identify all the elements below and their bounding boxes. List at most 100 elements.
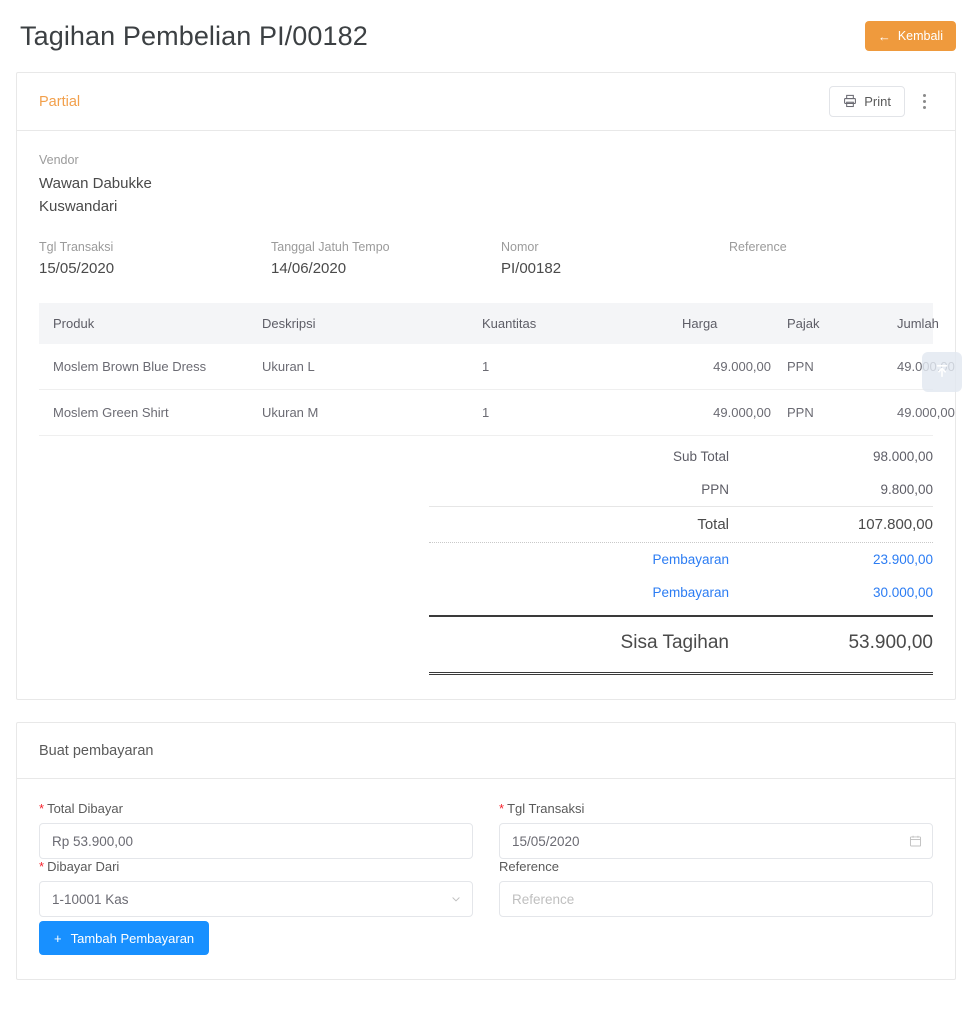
table-header-row: Produk Deskripsi Kuantitas Harga Pajak J… bbox=[39, 303, 939, 344]
remaining-balance-label: Sisa Tagihan bbox=[620, 632, 729, 653]
dibayar-dari-group: * Dibayar Dari bbox=[39, 859, 473, 917]
meta-label: Tanggal Jatuh Tempo bbox=[271, 240, 390, 254]
total-value: 107.800,00 bbox=[857, 516, 933, 533]
payment-value: 23.900,00 bbox=[872, 552, 933, 567]
invoice-card-actions: Print bbox=[829, 86, 937, 117]
invoice-card-header: Partial Print bbox=[17, 73, 955, 131]
tgl-transaksi-input-wrap bbox=[499, 823, 933, 859]
subtotal-value: 98.000,00 bbox=[872, 449, 933, 464]
reference-input-wrap bbox=[499, 881, 933, 917]
cell-pajak: PPN bbox=[779, 389, 889, 436]
column-header-jumlah: Jumlah bbox=[889, 303, 939, 344]
subtotal-label: Sub Total bbox=[672, 449, 729, 464]
payment-form-row-1: *Total Dibayar *Tgl Transaksi bbox=[39, 801, 933, 859]
meta-label: Nomor bbox=[501, 240, 539, 254]
payment-form-card: Buat pembayaran *Total Dibayar *Tgl Tran… bbox=[16, 722, 956, 980]
subtotal-row: Sub Total 98.000,00 bbox=[429, 440, 933, 473]
status-badge: Partial bbox=[39, 93, 81, 110]
column-header-kuantitas: Kuantitas bbox=[474, 303, 674, 344]
total-dibayar-label: * Total Dibayar bbox=[39, 801, 473, 816]
line-items-tbody: Moslem Brown Blue Dress Ukuran L 1 49.00… bbox=[39, 344, 955, 436]
meta-label: Reference bbox=[729, 240, 787, 254]
add-payment-button-label: Tambah Pembayaran bbox=[70, 930, 195, 946]
cell-harga: 49.000,00 bbox=[674, 344, 779, 390]
vendor-name-line-2: Kuswandari bbox=[39, 197, 118, 215]
payment-link[interactable]: Pembayaran bbox=[441, 552, 741, 567]
payment-row: Pembayaran 30.000,00 bbox=[429, 576, 933, 609]
scroll-to-top-button[interactable] bbox=[922, 352, 962, 392]
required-marker: * bbox=[39, 859, 45, 874]
line-items-thead: Produk Deskripsi Kuantitas Harga Pajak J… bbox=[39, 303, 939, 344]
kebab-dot bbox=[922, 100, 926, 103]
payment-link[interactable]: Pembayaran bbox=[441, 585, 741, 600]
required-marker: * bbox=[39, 801, 45, 816]
column-header-pajak: Pajak bbox=[779, 303, 889, 344]
vendor-name: Wawan Dabukke Kuswandari bbox=[39, 173, 933, 218]
cell-deskripsi: Ukuran L bbox=[254, 344, 474, 390]
cell-produk: Moslem Brown Blue Dress bbox=[39, 344, 254, 390]
total-row: Total 107.800,00 bbox=[429, 507, 933, 542]
vendor-label: Vendor bbox=[39, 153, 79, 167]
payment-form-row-2: *Dibayar Dari Reference bbox=[39, 859, 933, 917]
payment-value: 30.000,00 bbox=[872, 585, 933, 600]
payment-form-title: Buat pembayaran bbox=[17, 723, 955, 779]
plus-icon: + bbox=[54, 930, 62, 946]
remaining-divider-bottom bbox=[429, 672, 933, 675]
dibayar-dari-select-wrap bbox=[39, 881, 473, 917]
ppn-value: 9.800,00 bbox=[880, 482, 933, 497]
meta-value: 15/05/2020 bbox=[39, 260, 115, 277]
payment-row: Pembayaran 23.900,00 bbox=[429, 543, 933, 576]
table-row: Moslem Green Shirt Ukuran M 1 49.000,00 … bbox=[39, 389, 955, 436]
page-title: Tagihan Pembelian PI/00182 bbox=[20, 20, 368, 51]
remaining-balance-value: 53.900,00 bbox=[848, 632, 933, 653]
invoice-card-body: Vendor Wawan Dabukke Kuswandari Tgl Tran… bbox=[17, 131, 955, 699]
print-button[interactable]: Print bbox=[829, 86, 905, 117]
page-header: Tagihan Pembelian PI/00182 ← Kembali bbox=[0, 0, 972, 72]
meta-nomor: Nomor PI/00182 bbox=[501, 240, 729, 277]
total-dibayar-label-text: Total Dibayar bbox=[47, 801, 123, 816]
total-dibayar-input-wrap bbox=[39, 823, 473, 859]
line-items-table: Produk Deskripsi Kuantitas Harga Pajak J… bbox=[39, 303, 955, 436]
tgl-transaksi-group: * Tgl Transaksi bbox=[499, 801, 933, 859]
tgl-transaksi-label-text: Tgl Transaksi bbox=[507, 801, 585, 816]
meta-label: Tgl Transaksi bbox=[39, 240, 114, 254]
cell-jumlah: 49.000,00 bbox=[889, 389, 955, 436]
column-header-harga: Harga bbox=[674, 303, 779, 344]
reference-input[interactable] bbox=[499, 881, 933, 917]
kebab-dot bbox=[922, 94, 926, 97]
total-dibayar-group: * Total Dibayar bbox=[39, 801, 473, 859]
arrow-up-to-line-icon bbox=[934, 363, 950, 382]
table-row: Moslem Brown Blue Dress Ukuran L 1 49.00… bbox=[39, 344, 955, 390]
back-button[interactable]: ← Kembali bbox=[864, 21, 956, 51]
meta-value: 14/06/2020 bbox=[271, 260, 347, 277]
kebab-dot bbox=[922, 106, 926, 109]
arrow-left-icon: ← bbox=[877, 28, 891, 44]
tgl-transaksi-input[interactable] bbox=[499, 823, 933, 859]
dibayar-dari-label: * Dibayar Dari bbox=[39, 859, 473, 874]
vendor-block: Vendor Wawan Dabukke Kuswandari bbox=[39, 153, 933, 218]
cell-kuantitas: 1 bbox=[474, 389, 674, 436]
print-button-label: Print bbox=[864, 94, 891, 109]
more-options-icon[interactable] bbox=[911, 87, 937, 117]
column-header-deskripsi: Deskripsi bbox=[254, 303, 474, 344]
invoice-meta-row: Tgl Transaksi 15/05/2020 Tanggal Jatuh T… bbox=[39, 240, 933, 277]
totals-section: Sub Total 98.000,00 PPN 9.800,00 Total 1… bbox=[429, 440, 933, 675]
cell-kuantitas: 1 bbox=[474, 344, 674, 390]
required-marker: * bbox=[499, 801, 505, 816]
cell-pajak: PPN bbox=[779, 344, 889, 390]
invoice-card: Partial Print Vendor Wawan Dabukke Kuswa… bbox=[16, 72, 956, 700]
printer-icon bbox=[843, 94, 857, 110]
add-payment-button[interactable]: + Tambah Pembayaran bbox=[39, 921, 210, 955]
vendor-name-line-1: Wawan Dabukke bbox=[39, 175, 152, 192]
tgl-transaksi-label: * Tgl Transaksi bbox=[499, 801, 933, 816]
ppn-row: PPN 9.800,00 bbox=[429, 473, 933, 506]
meta-value: PI/00182 bbox=[501, 260, 562, 277]
total-dibayar-input[interactable] bbox=[39, 823, 473, 859]
total-label: Total bbox=[697, 516, 729, 533]
cell-harga: 49.000,00 bbox=[674, 389, 779, 436]
dibayar-dari-select[interactable] bbox=[39, 881, 473, 917]
dibayar-dari-label-text: Dibayar Dari bbox=[47, 859, 120, 874]
cell-produk: Moslem Green Shirt bbox=[39, 389, 254, 436]
meta-tanggal-jatuh-tempo: Tanggal Jatuh Tempo 14/06/2020 bbox=[271, 240, 501, 277]
meta-tgl-transaksi: Tgl Transaksi 15/05/2020 bbox=[39, 240, 271, 277]
